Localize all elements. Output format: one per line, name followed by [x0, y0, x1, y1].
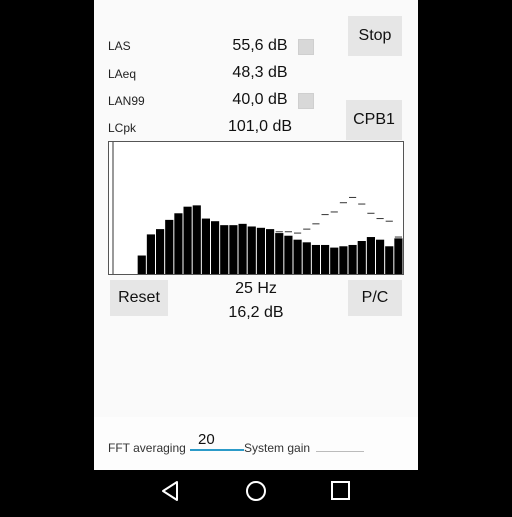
back-button[interactable] [151, 470, 191, 512]
spectrum-bar [330, 247, 339, 274]
spectrum-bar [183, 206, 192, 274]
lan99-label: LAN99 [108, 94, 145, 108]
las-indicator [298, 39, 314, 55]
fft-averaging-input[interactable] [190, 429, 244, 451]
reset-button[interactable]: Reset [110, 280, 168, 316]
home-button[interactable] [236, 470, 276, 512]
spectrum-bar [366, 237, 375, 274]
app-screen: LAS 55,6 dB LAeq 48,3 dB LAN99 40,0 dB L… [94, 0, 418, 470]
back-triangle-icon [162, 481, 178, 501]
stop-button[interactable]: Stop [348, 16, 402, 56]
lcpk-value: 101,0 dB [227, 118, 293, 135]
system-gain-label: System gain [244, 441, 311, 455]
spectrum-bar [275, 233, 284, 274]
level-readout: 16,2 dB [228, 304, 284, 321]
spectrum-bar [165, 219, 174, 274]
fft-averaging-label: FFT averaging [108, 441, 186, 455]
spectrum-bar [146, 234, 155, 274]
spectrum-bar [376, 239, 385, 274]
spectrum-chart[interactable] [108, 141, 404, 275]
spectrum-bar [229, 225, 238, 274]
spectrum-bar [293, 239, 302, 274]
spectrum-bar [211, 221, 220, 274]
spectrum-bar [174, 213, 183, 274]
spectrum-bar [357, 241, 366, 274]
home-circle-icon [246, 481, 266, 501]
navigation-bar [94, 470, 418, 512]
spectrum-bar [385, 246, 394, 274]
spectrum-bar [192, 205, 201, 274]
settings-bar: FFT averaging System gain [94, 417, 418, 470]
spectrum-bar [302, 242, 311, 274]
spectrum-bar [284, 235, 293, 274]
spectrum-bar [266, 229, 275, 274]
spectrum-bar [201, 218, 210, 274]
spectrum-bar [348, 244, 357, 274]
laeq-value: 48,3 dB [232, 64, 288, 81]
pc-button[interactable]: P/C [348, 280, 402, 316]
spectrum-bar [137, 255, 146, 274]
spectrum-svg [108, 141, 404, 275]
spectrum-bar [311, 244, 320, 274]
spectrum-bar [256, 227, 265, 274]
spectrum-bar [156, 229, 165, 274]
recents-square-icon [331, 481, 350, 500]
spectrum-bar [394, 238, 403, 274]
spectrum-bar [321, 244, 330, 274]
lan99-indicator [298, 93, 314, 109]
spectrum-bar [339, 246, 348, 274]
lcpk-label: LCpk [108, 121, 137, 135]
spectrum-bar [238, 223, 247, 274]
system-gain-input[interactable] [316, 433, 364, 452]
frequency-readout: 25 Hz [235, 280, 277, 297]
spectrum-bar [247, 226, 256, 274]
cpb-button[interactable]: CPB1 [346, 100, 402, 140]
las-label: LAS [108, 39, 131, 53]
laeq-label: LAeq [108, 67, 137, 81]
recents-button[interactable] [321, 470, 361, 512]
spectrum-bar [220, 225, 229, 274]
